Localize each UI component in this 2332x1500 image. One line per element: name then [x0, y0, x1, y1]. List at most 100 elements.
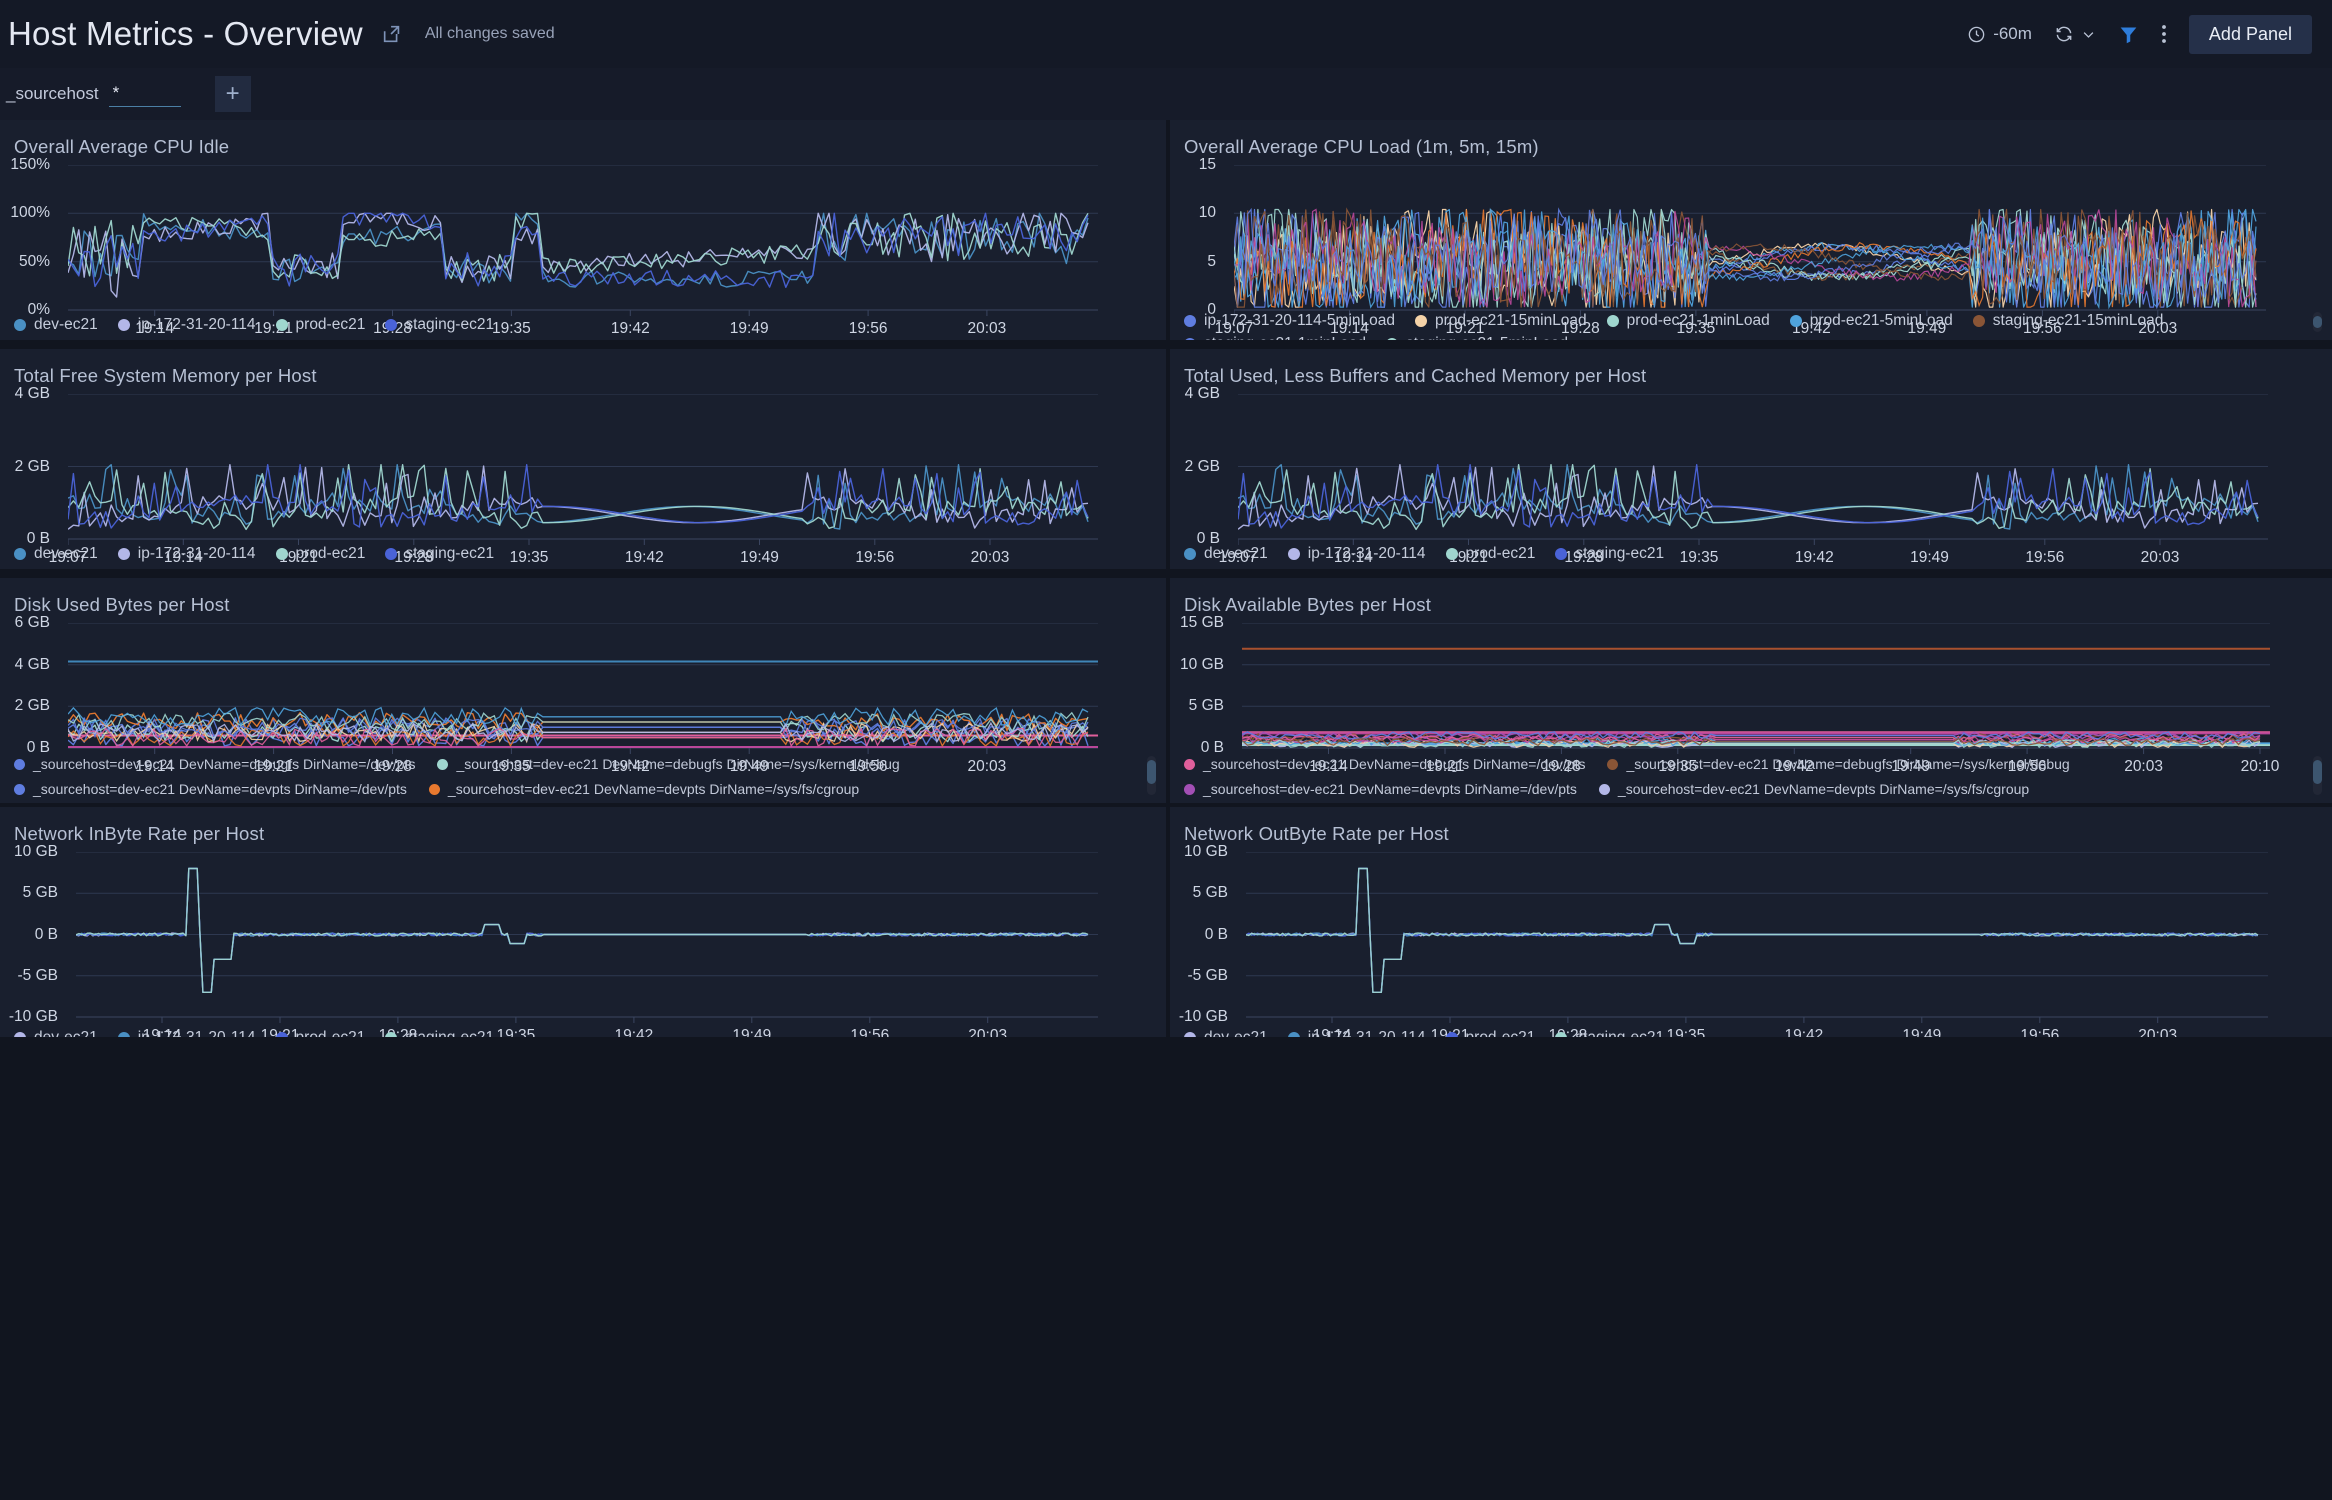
refresh-control[interactable]: [2054, 24, 2096, 44]
legend-item[interactable]: dev-ec21: [14, 1029, 98, 1037]
chart-plot-area[interactable]: 0 5 10 15 19:07 19:14 19:21 19:28 19:35 19:42 19:4…: [1199, 156, 2266, 337]
legend-scrollbar-thumb[interactable]: [2313, 316, 2322, 328]
legend-color-swatch: [1555, 548, 1568, 560]
chart-plot-area[interactable]: 0 B2 GB 4 GB 19:07 19:14 19:21 19:28 19:35 19:4…: [15, 385, 1098, 566]
panel-used-mem[interactable]: Total Used, Less Buffers and Cached Memo…: [1170, 349, 2332, 569]
legend-item[interactable]: ip-172-31-20-114: [1287, 1029, 1426, 1037]
legend-item[interactable]: _sourcehost=dev-ec21 DevName=debugfs Dir…: [1184, 756, 1585, 772]
legend-item[interactable]: ip-172-31-20-114: [117, 545, 256, 563]
legend-item[interactable]: _sourcehost=dev-ec21 DevName=devpts DirN…: [14, 781, 407, 797]
add-panel-button[interactable]: Add Panel: [2188, 14, 2312, 54]
y-axis-tick-label: 0 B: [1204, 925, 1228, 943]
legend-item[interactable]: prod-ec21-15minLoad: [1415, 312, 1587, 330]
legend-label: ip-172-31-20-114: [1308, 1029, 1426, 1037]
legend-color-swatch: [1287, 548, 1300, 560]
legend-item[interactable]: prod-ec21-5minLoad: [1789, 312, 1953, 330]
legend-item[interactable]: staging-ec21: [1555, 1029, 1664, 1037]
y-axis-tick-label: 5 GB: [1188, 697, 1224, 715]
chart-plot-area[interactable]: 0 B2 GB 4 GB 19:07 19:14 19:21 19:28 19:35 19:4…: [1185, 385, 2268, 566]
panel-title: Disk Used Bytes per Host: [14, 594, 230, 615]
panel-net-in[interactable]: Network InByte Rate per Host -10 GB -5 GB 0…: [0, 807, 1166, 1037]
chart-svg: [76, 852, 1098, 1023]
add-variable-button[interactable]: +: [214, 76, 251, 112]
chart-plot-area[interactable]: 0 B5 GB 10 GB 15 GB 19:14 19:21 19:28 19:35 19:…: [1180, 614, 2279, 775]
chart-legend[interactable]: dev-ec21 ip-172-31-20-114 prod-ec21 staging…: [1184, 1029, 2306, 1037]
y-axis-tick-label: 15: [1198, 156, 1216, 173]
legend-item[interactable]: staging-ec21: [385, 1029, 494, 1037]
chart-plot-area[interactable]: -10 GB-5 GB0 B5 GB10 GB19:1419:2119:2819…: [1179, 843, 2268, 1037]
panel-net-out[interactable]: Network OutByte Rate per Host -10 GB -5 GB…: [1170, 807, 2332, 1037]
panel-disk-used[interactable]: Disk Used Bytes per Host 0 B2 GB 4 GB 6 GB 1…: [0, 578, 1166, 803]
chart-legend[interactable]: _sourcehost=dev-ec21 DevName=debugfs Dir…: [1184, 756, 2306, 801]
legend-label: staging-ec21-1minLoad: [1204, 335, 1366, 340]
legend-item[interactable]: staging-ec21-1minLoad: [1184, 335, 1366, 340]
legend-item[interactable]: prod-ec21: [275, 316, 365, 334]
chart-plot-area[interactable]: 0%50%100%150%19:1419:2119:2819:3519:4219…: [10, 156, 1098, 337]
panel-cpu-idle[interactable]: Overall Average CPU Idle 0% 50% 100% 150% 19:…: [0, 120, 1166, 340]
filter-icon[interactable]: [2118, 24, 2139, 45]
legend-item[interactable]: dev-ec21: [14, 316, 98, 334]
chart-legend[interactable]: ip-172-31-20-114-5minLoad prod-ec21-15min…: [1184, 312, 2306, 340]
panel-free-mem[interactable]: Total Free System Memory per Host 0 B2 GB…: [0, 349, 1166, 569]
legend-item[interactable]: ip-172-31-20-114-5minLoad: [1184, 312, 1395, 330]
chart-plot-area[interactable]: 0 B2 GB 4 GB 6 GB 19:14 19:21 19:28 19:35 19:42…: [15, 614, 1098, 775]
legend-item[interactable]: ip-172-31-20-114: [1287, 545, 1426, 563]
legend-item[interactable]: _sourcehost=dev-ec21 DevName=devpts DirN…: [1184, 781, 1577, 797]
panel-cpu-load[interactable]: Overall Average CPU Load (1m, 5m, 15m) 0 5…: [1170, 120, 2332, 340]
legend-item[interactable]: staging-ec21-5minLoad: [1386, 335, 1568, 340]
chart-legend[interactable]: dev-ec21 ip-172-31-20-114 prod-ec21 staging…: [14, 545, 1140, 563]
legend-color-swatch: [1184, 758, 1195, 770]
legend-item[interactable]: staging-ec21-15minLoad: [1972, 312, 2163, 330]
legend-item[interactable]: ip-172-31-20-114: [117, 1029, 256, 1037]
y-axis-tick-label: 6 GB: [14, 614, 50, 631]
legend-label: _sourcehost=dev-ec21 DevName=devpts DirN…: [447, 781, 860, 797]
legend-color-swatch: [1555, 1032, 1568, 1037]
legend-color-swatch: [117, 1032, 130, 1037]
legend-item[interactable]: dev-ec21: [1184, 545, 1268, 563]
legend-color-swatch: [437, 758, 449, 770]
legend-label: _sourcehost=dev-ec21 DevName=debugfs Dir…: [33, 756, 416, 772]
clock-icon: [1967, 25, 1986, 44]
chart-legend[interactable]: dev-ec21 ip-172-31-20-114 prod-ec21 staging…: [14, 316, 1140, 334]
panel-disk-avail[interactable]: Disk Available Bytes per Host 0 B 5 GB 10 G…: [1170, 578, 2332, 803]
chart-svg: [1238, 394, 2268, 545]
legend-item[interactable]: prod-ec21-1minLoad: [1606, 312, 1770, 330]
legend-scrollbar-thumb[interactable]: [2313, 760, 2322, 784]
legend-item[interactable]: prod-ec21: [275, 1029, 365, 1037]
time-range-picker[interactable]: -60m: [1967, 24, 2032, 44]
chart-legend[interactable]: dev-ec21 ip-172-31-20-114 prod-ec21 staging…: [14, 1029, 1140, 1037]
legend-item[interactable]: _sourcehost=dev-ec21 DevName=devpts DirN…: [1598, 781, 2029, 797]
legend-item[interactable]: _sourcehost=dev-ec21 DevName=debugfs Dir…: [437, 756, 900, 772]
share-icon[interactable]: [381, 23, 403, 45]
legend-item[interactable]: staging-ec21: [385, 545, 494, 563]
legend-color-swatch: [14, 783, 25, 795]
chart-legend[interactable]: _sourcehost=dev-ec21 DevName=debugfs Dir…: [14, 756, 1140, 801]
variable-input-sourcehost[interactable]: [108, 81, 181, 107]
legend-color-swatch: [14, 548, 26, 560]
y-axis-tick-label: 5 GB: [22, 884, 58, 902]
legend-item[interactable]: ip-172-31-20-114: [117, 316, 256, 334]
legend-item[interactable]: prod-ec21: [275, 545, 365, 563]
y-axis-tick-label: 2 GB: [1184, 457, 1220, 475]
legend-item[interactable]: dev-ec21: [14, 545, 98, 563]
legend-item[interactable]: staging-ec21: [1555, 545, 1664, 563]
legend-label: staging-ec21: [1575, 1029, 1664, 1037]
y-axis-tick-label: 10: [1198, 204, 1216, 222]
y-axis-tick-label: 10 GB: [1180, 655, 1224, 673]
legend-item[interactable]: prod-ec21: [1445, 545, 1535, 563]
chart-plot-area[interactable]: -10 GB-5 GB0 B5 GB10 GB19:1419:2119:2819…: [9, 843, 1098, 1037]
legend-label: staging-ec21: [405, 545, 495, 562]
chart-legend[interactable]: dev-ec21 ip-172-31-20-114 prod-ec21 staging…: [1184, 545, 2306, 563]
legend-item[interactable]: _sourcehost=dev-ec21 DevName=debugfs Dir…: [1607, 756, 2070, 772]
legend-item[interactable]: dev-ec21: [1184, 1029, 1268, 1037]
legend-scrollbar-thumb[interactable]: [1147, 760, 1156, 784]
y-axis-tick-label: 0 B: [26, 739, 50, 756]
kebab-menu-icon[interactable]: [2161, 23, 2167, 45]
y-axis-tick-label: -10 GB: [8, 1008, 58, 1025]
legend-item[interactable]: _sourcehost=dev-ec21 DevName=debugfs Dir…: [14, 756, 415, 772]
legend-item[interactable]: _sourcehost=dev-ec21 DevName=devpts DirN…: [428, 781, 860, 797]
legend-color-swatch: [1789, 315, 1802, 327]
page-title: Host Metrics - Overview: [8, 15, 363, 52]
legend-item[interactable]: staging-ec21: [385, 316, 494, 334]
legend-item[interactable]: prod-ec21: [1445, 1029, 1535, 1037]
